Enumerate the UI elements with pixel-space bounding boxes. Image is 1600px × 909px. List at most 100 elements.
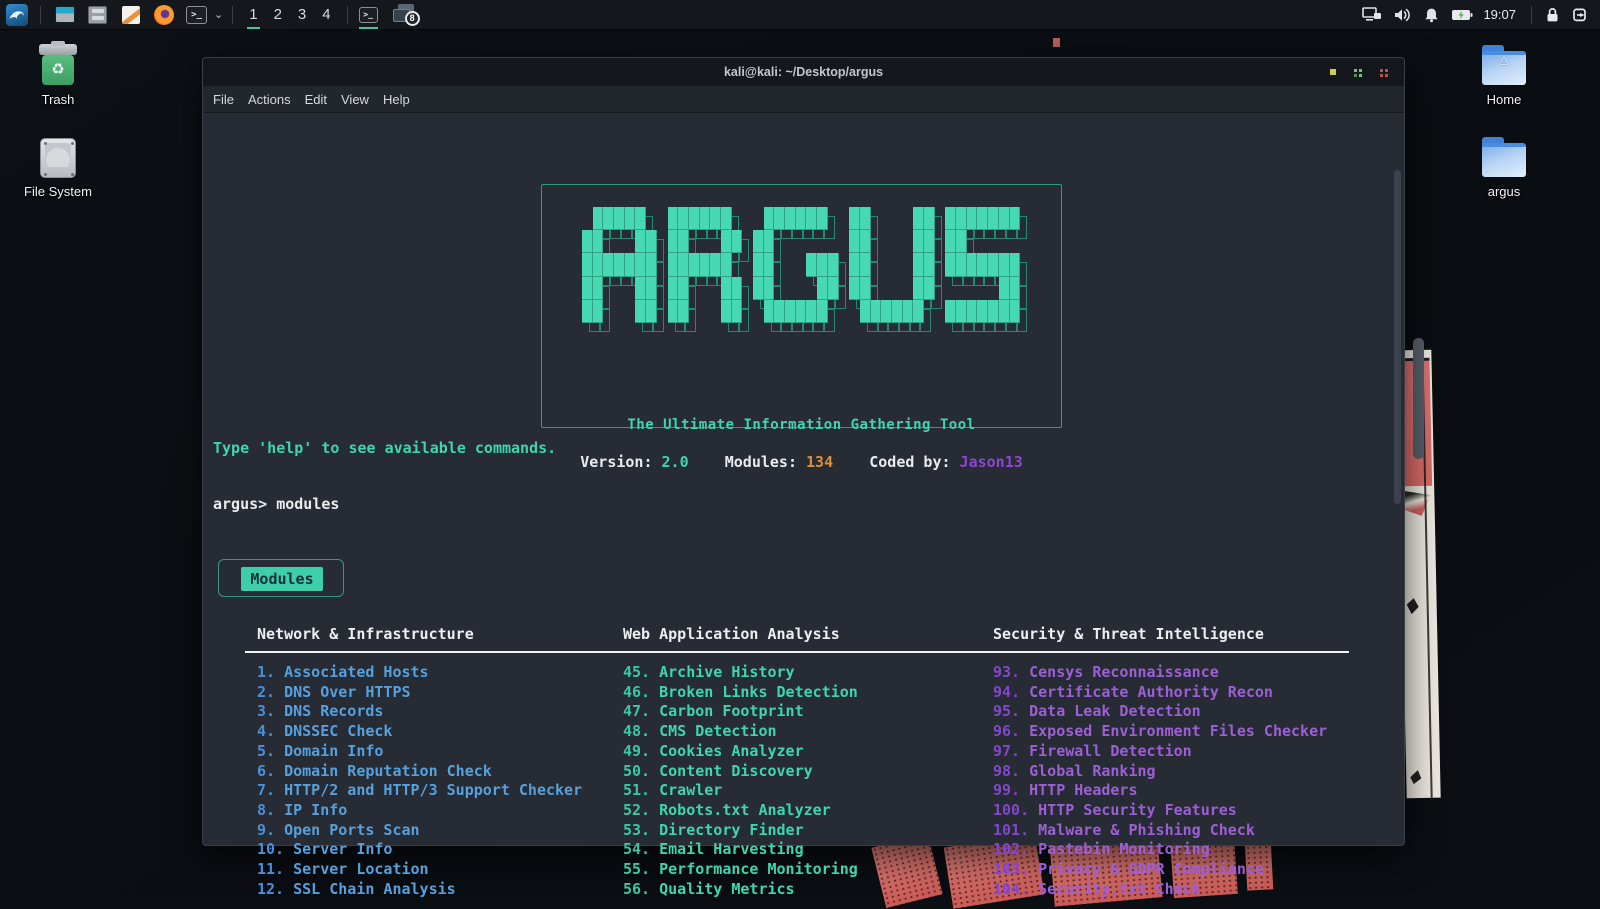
module-item: 3. DNS Records: [257, 702, 582, 722]
module-item: 4. DNSSEC Check: [257, 722, 582, 742]
module-item: 50. Content Discovery: [623, 762, 858, 782]
module-item: 49. Cookies Analyzer: [623, 742, 858, 762]
desktop-icon-label: File System: [12, 184, 104, 199]
module-item: 52. Robots.txt Analyzer: [623, 801, 858, 821]
column-header-security: Security & Threat Intelligence: [993, 625, 1264, 643]
firefox-icon[interactable]: [152, 3, 175, 26]
trash-icon: ♻: [34, 42, 82, 88]
close-button[interactable]: [1380, 69, 1388, 77]
argus-banner-box: The Ultimate Information Gathering Tool …: [541, 184, 1062, 428]
terminal-body: The Ultimate Information Gathering Tool …: [203, 113, 1404, 845]
module-item: 6. Domain Reputation Check: [257, 762, 582, 782]
battery-icon[interactable]: [1451, 8, 1473, 22]
module-item: 98. Global Ranking: [993, 762, 1327, 782]
terminal-menubar: File Actions Edit View Help: [203, 86, 1404, 113]
menu-help[interactable]: Help: [383, 92, 410, 107]
menu-view[interactable]: View: [341, 92, 369, 107]
module-item: 2. DNS Over HTTPS: [257, 683, 582, 703]
terminal-titlebar[interactable]: kali@kali: ~/Desktop/argus: [203, 58, 1404, 86]
chevron-down-icon[interactable]: ⌄: [214, 8, 223, 21]
desktop-icon-home[interactable]: ⌂ Home: [1458, 42, 1550, 107]
module-item: 5. Domain Info: [257, 742, 582, 762]
module-item: 97. Firewall Detection: [993, 742, 1327, 762]
module-item: 94. Certificate Authority Recon: [993, 683, 1327, 703]
module-item: 96. Exposed Environment Files Checker: [993, 722, 1327, 742]
modules-count-value: 134: [806, 453, 833, 471]
menu-file[interactable]: File: [213, 92, 234, 107]
wallpaper-dot: [1053, 38, 1060, 47]
desktop-icon-trash[interactable]: ♻ Trash: [12, 42, 104, 107]
text-editor-icon[interactable]: [119, 3, 142, 26]
display-icon[interactable]: [1362, 7, 1382, 23]
archive-app-icon[interactable]: [86, 3, 109, 26]
module-item: 47. Carbon Footprint: [623, 702, 858, 722]
maximize-button[interactable]: [1354, 69, 1362, 77]
help-hint-line: Type 'help' to see available commands.: [213, 439, 556, 457]
module-item: 7. HTTP/2 and HTTP/3 Support Checker: [257, 781, 582, 801]
workspace-2[interactable]: 2: [269, 0, 287, 30]
module-item: 8. IP Info: [257, 801, 582, 821]
column-header-web: Web Application Analysis: [623, 625, 840, 643]
window-count-badge: 8: [405, 11, 420, 26]
home-folder-icon: ⌂: [1480, 42, 1528, 88]
terminal-launcher-icon[interactable]: >_: [185, 3, 208, 26]
workspace-4[interactable]: 4: [317, 0, 335, 30]
kali-menu-icon[interactable]: [5, 3, 28, 26]
desktop-icon-label: Trash: [12, 92, 104, 107]
header-divider: [245, 651, 1349, 653]
desktop-icon-argus[interactable]: argus: [1458, 134, 1550, 199]
module-item: 51. Crawler: [623, 781, 858, 801]
top-panel: >_ ⌄ 1234 >_ 8 19:07: [0, 0, 1600, 30]
module-item: 100. HTTP Security Features: [993, 801, 1327, 821]
desktop-icon-label: Home: [1458, 92, 1550, 107]
workspace-switcher: 1234: [244, 0, 335, 30]
author-value: Jason13: [960, 453, 1023, 471]
window-title: kali@kali: ~/Desktop/argus: [724, 65, 883, 79]
menu-edit[interactable]: Edit: [305, 92, 327, 107]
module-column-security: 93. Censys Reconnaissance94. Certificate…: [993, 663, 1327, 899]
window-group-button[interactable]: 8: [390, 3, 420, 27]
workspace-3[interactable]: 3: [293, 0, 311, 30]
module-item: 101. Malware & Phishing Check: [993, 821, 1327, 841]
module-item: 55. Performance Monitoring: [623, 860, 858, 880]
desktop-icon-label: argus: [1458, 184, 1550, 199]
prompt-line: argus> modules: [213, 495, 339, 513]
module-item: 46. Broken Links Detection: [623, 683, 858, 703]
taskbar-window-terminal[interactable]: >_: [355, 0, 382, 30]
module-item: 12. SSL Chain Analysis: [257, 880, 582, 900]
modules-section-box: Modules: [218, 559, 344, 597]
module-item: 1. Associated Hosts: [257, 663, 582, 683]
workspace-1[interactable]: 1: [244, 0, 262, 30]
power-icon[interactable]: [1572, 7, 1588, 23]
terminal-scrollbar[interactable]: [1394, 170, 1401, 504]
module-item: 56. Quality Metrics: [623, 880, 858, 900]
volume-icon[interactable]: [1394, 7, 1412, 23]
module-item: 95. Data Leak Detection: [993, 702, 1327, 722]
lock-icon[interactable]: [1545, 7, 1560, 23]
module-item: 104. Security.txt Check: [993, 880, 1327, 900]
module-item: 11. Server Location: [257, 860, 582, 880]
minimize-button[interactable]: [1330, 69, 1336, 75]
files-app-icon[interactable]: [53, 3, 76, 26]
module-item: 103. Privacy & GDPR Compliance: [993, 860, 1327, 880]
desktop-icon-file-system[interactable]: File System: [12, 134, 104, 199]
column-header-network: Network & Infrastructure: [257, 625, 474, 643]
banner-subtitle: The Ultimate Information Gathering Tool: [542, 417, 1061, 433]
argus-ascii-logo: [582, 207, 1022, 323]
terminal-window: kali@kali: ~/Desktop/argus File Actions …: [202, 57, 1405, 846]
module-column-network: 1. Associated Hosts2. DNS Over HTTPS3. D…: [257, 663, 582, 899]
module-item: 48. CMS Detection: [623, 722, 858, 742]
version-value: 2.0: [662, 453, 689, 471]
module-item: 45. Archive History: [623, 663, 858, 683]
module-item: 93. Censys Reconnaissance: [993, 663, 1327, 683]
module-item: 53. Directory Finder: [623, 821, 858, 841]
module-item: 9. Open Ports Scan: [257, 821, 582, 841]
banner-info-line: Version: 2.0 Modules: 134 Coded by: Jaso…: [542, 453, 1061, 471]
clock[interactable]: 19:07: [1483, 7, 1516, 22]
notifications-bell-icon[interactable]: [1424, 7, 1439, 23]
drive-icon: [34, 134, 82, 180]
module-item: 54. Email Harvesting: [623, 840, 858, 860]
module-column-web: 45. Archive History46. Broken Links Dete…: [623, 663, 858, 899]
menu-actions[interactable]: Actions: [248, 92, 291, 107]
argus-art-front-layer: [582, 207, 1020, 323]
